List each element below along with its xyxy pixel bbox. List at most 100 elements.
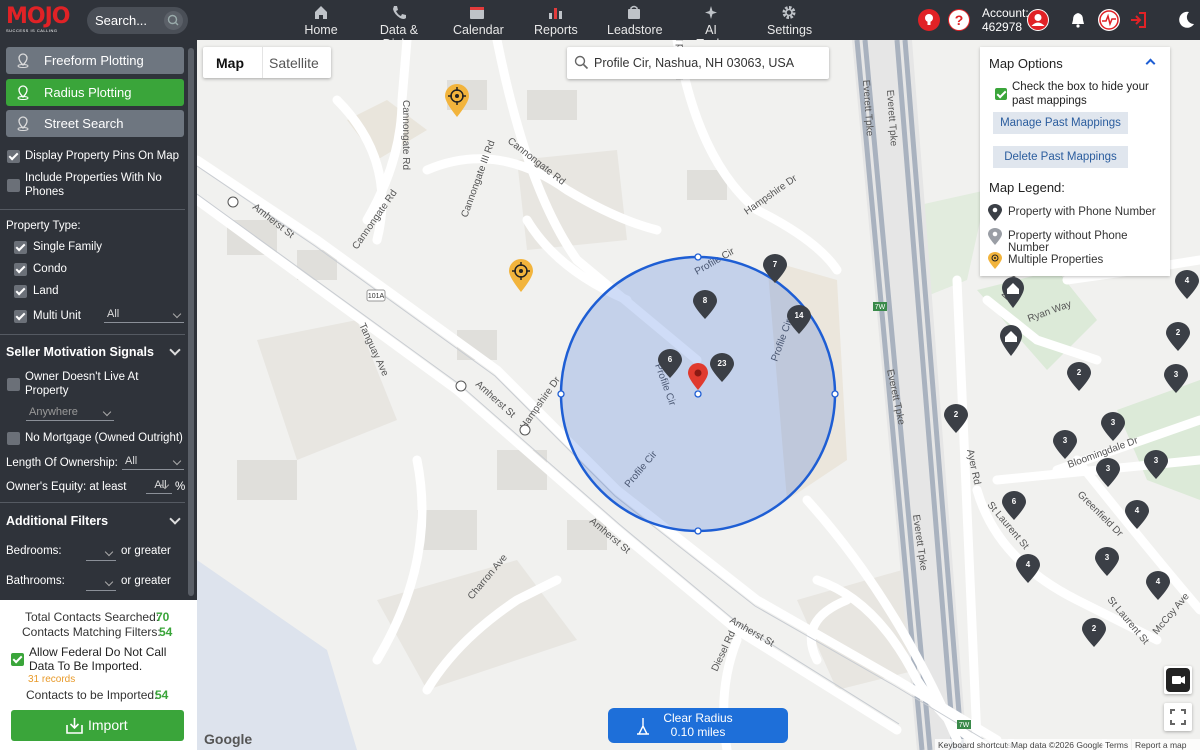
display-pins-label: Display Property Pins On Map xyxy=(25,150,180,162)
nav-home-label: Home xyxy=(304,23,338,37)
lightbulb-icon[interactable] xyxy=(918,9,940,31)
route-shield: 101A xyxy=(368,293,385,300)
cluster-count: 3 xyxy=(1173,370,1179,379)
hide-past-mappings-checkbox[interactable] xyxy=(995,88,1007,100)
chevron-down-icon[interactable] xyxy=(169,513,181,525)
property-cluster-pin[interactable]: 3 xyxy=(1144,450,1168,480)
seller-motivation-heading[interactable]: Seller Motivation Signals xyxy=(6,345,154,359)
cluster-count: 4 xyxy=(1155,577,1161,586)
property-cluster-pin[interactable]: 3 xyxy=(1053,430,1077,460)
display-pins-checkbox[interactable] xyxy=(7,150,20,163)
logout-icon[interactable] xyxy=(1129,11,1147,32)
clear-radius-button[interactable]: Clear Radius 0.10 miles xyxy=(608,708,788,743)
cluster-count: 7 xyxy=(772,260,778,269)
keyboard-shortcuts-link[interactable]: Keyboard shortcuts xyxy=(935,739,1015,750)
house-pin-icon[interactable] xyxy=(999,325,1023,360)
property-cluster-pin[interactable]: 2 xyxy=(1082,618,1106,648)
no-mortgage-checkbox[interactable] xyxy=(7,432,20,445)
google-logo[interactable]: Google xyxy=(204,731,252,747)
bedrooms-input[interactable] xyxy=(86,546,116,561)
property-cluster-pin[interactable]: 23 xyxy=(710,353,734,383)
delete-past-mappings-button[interactable]: Delete Past Mappings xyxy=(993,146,1128,168)
cluster-count: 2 xyxy=(1091,624,1097,633)
help-icon[interactable]: ? xyxy=(948,9,970,31)
property-cluster-pin[interactable]: 4 xyxy=(1125,500,1149,530)
multi-unit-select[interactable]: All xyxy=(104,308,184,323)
property-cluster-pin[interactable]: 3 xyxy=(1101,412,1125,442)
address-search-input[interactable]: Profile Cir, Nashua, NH 03063, USA xyxy=(567,47,829,79)
property-cluster-pin[interactable]: 7 xyxy=(763,254,787,284)
cluster-count: 2 xyxy=(1175,328,1181,337)
property-cluster-pin[interactable]: 8 xyxy=(693,290,717,320)
condo-checkbox[interactable] xyxy=(14,263,27,276)
terms-link[interactable]: Terms xyxy=(1102,739,1132,750)
property-cluster-pin[interactable]: 3 xyxy=(1096,458,1120,488)
satellite-tab[interactable]: Satellite xyxy=(269,55,319,71)
cluster-count: 2 xyxy=(953,410,959,419)
hide-past-mappings-label: Check the box to hide your past mappings xyxy=(1012,81,1149,107)
activity-icon[interactable] xyxy=(1098,9,1120,31)
map-canvas[interactable]: Cannongate Rd Hartford Ln Cannongate Rd … xyxy=(197,40,1200,750)
map-options-title: Map Options xyxy=(989,56,1063,71)
sidebar-scrollbar[interactable] xyxy=(188,48,194,596)
land-checkbox[interactable] xyxy=(14,285,27,298)
import-icon xyxy=(66,717,83,737)
property-cluster-pin[interactable]: 2 xyxy=(944,404,968,434)
property-cluster-pin[interactable]: 4 xyxy=(1016,554,1040,584)
single-family-checkbox[interactable] xyxy=(14,241,27,254)
equity-label: Owner's Equity: at least xyxy=(6,481,127,493)
nav-reports[interactable]: Reports xyxy=(534,5,578,37)
mojo-logo[interactable]: MOJO SUCCESS IS CALLING xyxy=(6,6,70,34)
nav-leadstore-label: Leadstore xyxy=(607,23,663,37)
property-cluster-pin[interactable]: 6 xyxy=(658,349,682,379)
property-cluster-pin[interactable]: 3 xyxy=(1164,364,1188,394)
multi-unit-label: Multi Unit xyxy=(33,310,81,322)
multi-property-pin-icon xyxy=(988,252,1002,273)
chevron-down-icon[interactable] xyxy=(169,344,181,356)
legend-with-phone: Property with Phone Number xyxy=(1008,206,1156,218)
condo-label: Condo xyxy=(33,263,67,275)
property-cluster-pin[interactable]: 4 xyxy=(1146,571,1170,601)
map-tab[interactable]: Map xyxy=(216,55,244,71)
nav-leadstore[interactable]: Leadstore xyxy=(607,5,663,37)
cluster-count: 3 xyxy=(1062,436,1068,445)
import-button-label: Import xyxy=(88,717,128,733)
bell-icon[interactable] xyxy=(1069,11,1087,32)
allow-dnc-checkbox[interactable] xyxy=(11,653,24,666)
property-cluster-pin[interactable]: 14 xyxy=(787,305,811,335)
chevron-up-icon[interactable] xyxy=(1145,58,1156,69)
camera-control-icon[interactable] xyxy=(1164,666,1192,694)
import-button[interactable]: Import xyxy=(11,710,184,741)
nav-settings[interactable]: Settings xyxy=(767,5,812,37)
property-cluster-pin[interactable]: 2 xyxy=(1166,322,1190,352)
freeform-plotting-button[interactable]: Freeform Plotting xyxy=(6,47,184,74)
property-cluster-pin[interactable]: 6 xyxy=(1002,491,1026,521)
report-map-error-link[interactable]: Report a map error xyxy=(1132,739,1200,750)
nav-calendar[interactable]: Calendar xyxy=(453,5,504,37)
property-cluster-pin[interactable]: 2 xyxy=(1067,362,1091,392)
manage-past-mappings-button[interactable]: Manage Past Mappings xyxy=(993,112,1128,134)
property-cluster-pin[interactable]: 4 xyxy=(1175,270,1199,300)
additional-filters-heading[interactable]: Additional Filters xyxy=(6,514,108,528)
property-cluster-pin[interactable]: 3 xyxy=(1095,547,1119,577)
owner-not-live-checkbox[interactable] xyxy=(7,378,20,391)
multi-property-pin[interactable] xyxy=(508,259,534,296)
search-icon[interactable] xyxy=(164,11,183,30)
owner-location-select[interactable]: Anywhere xyxy=(26,406,114,421)
theme-toggle-icon[interactable] xyxy=(1176,10,1196,33)
sparkle-icon xyxy=(689,5,733,21)
nav-home[interactable]: Home xyxy=(304,5,338,37)
search-box[interactable]: Search... xyxy=(87,7,188,34)
bathrooms-input[interactable] xyxy=(86,576,116,591)
street-label: Hampshire Dr xyxy=(742,173,799,218)
house-pin-icon[interactable] xyxy=(1001,277,1025,312)
include-no-phones-checkbox[interactable] xyxy=(7,179,20,192)
equity-input[interactable]: All xyxy=(146,479,172,494)
radius-plotting-button[interactable]: Radius Plotting xyxy=(6,79,184,106)
multi-unit-checkbox[interactable] xyxy=(14,310,27,323)
user-avatar-icon[interactable] xyxy=(1027,9,1049,31)
street-search-button[interactable]: Street Search xyxy=(6,110,184,137)
fullscreen-icon[interactable] xyxy=(1164,703,1192,731)
multi-property-pin[interactable] xyxy=(444,84,470,121)
length-ownership-select[interactable]: All xyxy=(122,455,184,470)
